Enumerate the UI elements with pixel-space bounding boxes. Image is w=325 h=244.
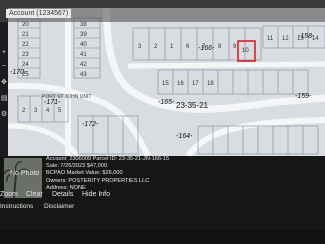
lot-number: 11 (267, 36, 274, 42)
section-label: -166- (198, 45, 215, 52)
lot-number: 22 (22, 42, 29, 48)
section-label: -158- (298, 33, 315, 40)
zoom-button[interactable]: Zoom (0, 191, 18, 198)
lot-number: 18 (207, 81, 214, 87)
account-line: Account: 2306009 Parcel ID: 23-35-21-JN-… (46, 156, 170, 162)
parcel-details: Account: 2306009 Parcel ID: 23-35-21-JN-… (46, 156, 316, 192)
pan-icon[interactable]: ✥ (1, 78, 7, 88)
map-tool-strip: + − ✥ ▤ ⚙ (0, 22, 8, 156)
section-label: -172- (82, 121, 99, 128)
lot-number: 1 (170, 44, 174, 50)
lot-number: 16 (177, 81, 184, 87)
lot-number: 10 (242, 48, 249, 54)
section-label: -165- (158, 99, 175, 106)
lot-number: 9 (233, 44, 237, 50)
township-label: 23-35-21 (176, 101, 209, 110)
disclaimer-link[interactable]: Disclaimer (44, 203, 74, 210)
market-value-line: BCPAO Market Value: $26,000 (46, 170, 123, 177)
details-button[interactable]: Details (52, 191, 73, 198)
lot-number: 8 (218, 44, 222, 50)
section-label: -164- (176, 133, 193, 140)
clear-button[interactable]: Clear (26, 191, 43, 198)
lot-number: 3 (34, 108, 38, 114)
account-tab[interactable]: Account (1234567) (6, 9, 72, 18)
section-label: -170- (10, 69, 27, 76)
zoom-out-icon[interactable]: − (1, 62, 7, 72)
lot-number: 2 (22, 108, 26, 114)
lot-number: 38 (80, 22, 87, 28)
layers-icon[interactable]: ▤ (1, 94, 8, 104)
lot-number: 42 (80, 62, 87, 68)
sale-line: Sale: 7/26/2023 $47,000 (46, 163, 107, 170)
lot-number: 15 (162, 81, 169, 87)
lot-number: 3 (138, 44, 142, 50)
gear-icon[interactable]: ⚙ (1, 110, 7, 120)
zoom-in-icon[interactable]: + (1, 48, 7, 58)
lot-number: 4 (46, 108, 50, 114)
lot-number: 2 (154, 44, 158, 50)
screen: 20 21 22 23 24 25 38 39 40 41 42 43 3 2 … (0, 0, 325, 230)
parcel-info-panel: No Photo Account: 2306009 Parcel ID: 23-… (0, 156, 325, 230)
lot-number: 43 (80, 72, 87, 78)
map-top-bar: Account (1234567) (0, 0, 325, 22)
owners-line: Owners: POSTERITY PROPERTIES LLC (46, 177, 150, 184)
instructions-link[interactable]: Instructions (0, 203, 33, 210)
road-label: PORT ST JOHN UNIT (42, 94, 91, 100)
lot-number: 21 (22, 32, 29, 38)
lot-number: 24 (22, 62, 29, 68)
lot-number: 20 (22, 22, 29, 28)
map-canvas[interactable]: 20 21 22 23 24 25 38 39 40 41 42 43 3 2 … (8, 8, 325, 156)
section-label: -159- (295, 93, 312, 100)
lot-number: 40 (80, 42, 87, 48)
lot-number: 17 (192, 81, 199, 87)
hide-info-button[interactable]: Hide Info (82, 191, 110, 198)
lot-number: 39 (80, 32, 87, 38)
section-label: -171- (44, 99, 61, 106)
no-photo-label: No Photo (10, 170, 40, 177)
lot-number: 23 (22, 52, 29, 58)
lot-number: 41 (80, 52, 87, 58)
lot-number: 5 (58, 108, 62, 114)
lot-number: 6 (186, 44, 190, 50)
lot-number: 12 (282, 36, 289, 42)
parcel-map[interactable]: 20 21 22 23 24 25 38 39 40 41 42 43 3 2 … (8, 8, 325, 156)
